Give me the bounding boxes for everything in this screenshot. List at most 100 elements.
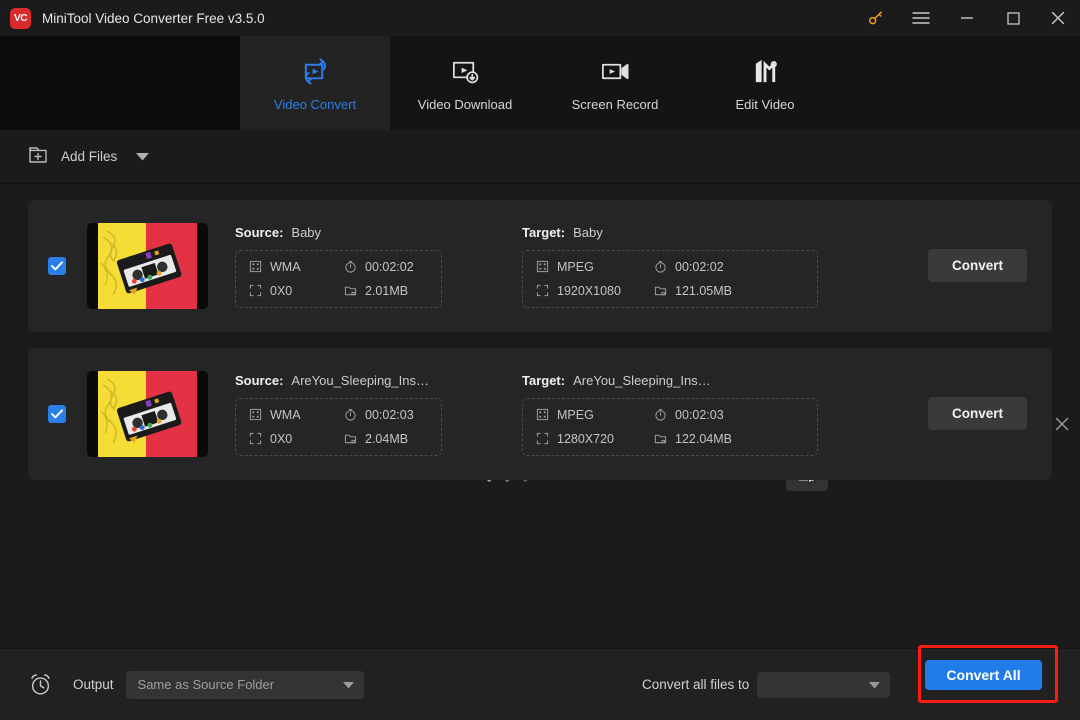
file-list: Source: Baby WMA 00:02:02 0X0 2.01MB Tar…: [0, 184, 1080, 648]
file-size-icon: [653, 284, 667, 298]
source-duration-row: 00:02:02: [343, 260, 429, 274]
chevron-down-icon[interactable]: [136, 149, 150, 164]
source-label: Source:: [235, 224, 284, 240]
hamburger-menu-icon[interactable]: [898, 0, 944, 36]
stopwatch-icon: [343, 260, 357, 274]
file-size-icon: [343, 284, 357, 298]
output-folder-dropdown[interactable]: Same as Source Folder: [125, 670, 364, 699]
source-section: Source: AreYou_Sleeping_Ins… WMA 00:02:0…: [235, 373, 450, 456]
target-duration-row: 00:02:02: [653, 260, 805, 274]
source-duration-value: 00:02:03: [365, 407, 414, 422]
resolution-icon: [535, 432, 549, 446]
close-icon[interactable]: [1036, 0, 1080, 36]
target-info-box: MPEG 00:02:02 1920X1080 121.05MB: [522, 249, 818, 308]
source-size-row: 2.04MB: [343, 432, 429, 446]
source-resolution-value: 0X0: [270, 283, 293, 298]
source-duration-row: 00:02:03: [343, 408, 429, 422]
alarm-clock-icon[interactable]: [28, 672, 53, 697]
target-filename: Baby: [573, 224, 603, 240]
target-header: Target: Baby: [522, 225, 822, 240]
table-row[interactable]: Source: AreYou_Sleeping_Ins… WMA 00:02:0…: [28, 348, 1052, 480]
remove-file-icon[interactable]: [1055, 417, 1069, 436]
nav-tab-label: Edit Video: [735, 97, 795, 112]
target-duration-value: 00:02:02: [675, 259, 724, 274]
nav-tab-label: Screen Record: [571, 97, 659, 112]
add-folder-icon: [28, 145, 50, 168]
nav-tab-edit-video[interactable]: Edit Video: [690, 36, 840, 130]
table-row[interactable]: Source: Baby WMA 00:02:02 0X0 2.01MB Tar…: [28, 200, 1069, 491]
screen-record-icon: [600, 54, 631, 88]
file-size-icon: [653, 432, 667, 446]
target-header: Target: AreYou_Sleeping_Ins…: [522, 373, 822, 388]
title-bar: VC MiniTool Video Converter Free v3.5.0: [0, 0, 1080, 36]
app-title: MiniTool Video Converter Free v3.5.0: [42, 10, 265, 26]
convert-all-files-to-label: Convert all files to: [642, 677, 750, 692]
target-label: Target:: [522, 224, 566, 240]
main-nav: Video Convert Video Download Screen Reco…: [0, 36, 1080, 130]
target-size-row: 121.05MB: [653, 284, 805, 298]
nav-tab-label: Video Download: [417, 97, 513, 112]
target-size-row: 122.04MB: [653, 432, 805, 446]
source-header: Source: AreYou_Sleeping_Ins…: [235, 373, 450, 388]
maximize-icon[interactable]: [990, 0, 1036, 36]
source-label: Source:: [235, 372, 284, 388]
resolution-icon: [248, 284, 262, 298]
source-filename: AreYou_Sleeping_Ins…: [291, 372, 429, 388]
convert-all-button-label: Convert All: [946, 667, 1021, 683]
source-format-row: WMA: [248, 408, 343, 422]
source-info-box: WMA 00:02:02 0X0 2.01MB: [235, 249, 442, 308]
video-download-icon: [450, 54, 481, 88]
target-resolution-value: 1920X1080: [557, 283, 621, 298]
convert-all-format-dropdown[interactable]: [757, 671, 890, 698]
app-window: VC MiniTool Video Converter Free v3.5.0: [0, 0, 1080, 720]
resolution-icon: [535, 284, 549, 298]
source-format-value: WMA: [270, 259, 301, 274]
target-section: Target: Baby MPEG 00:02:02 1920X1080 121…: [522, 225, 822, 308]
source-format-row: WMA: [248, 260, 343, 274]
format-icon: [248, 408, 262, 422]
key-icon[interactable]: [852, 0, 898, 36]
source-info-box: WMA 00:02:03 0X0 2.04MB: [235, 397, 442, 456]
target-size-value: 122.04MB: [675, 431, 732, 446]
app-logo-icon: VC: [10, 7, 31, 29]
nav-tab-screen-record[interactable]: Screen Record: [540, 36, 690, 130]
add-files-label: Add Files: [61, 149, 118, 164]
source-resolution-row: 0X0: [248, 284, 343, 298]
source-header: Source: Baby: [235, 225, 450, 240]
source-section: Source: Baby WMA 00:02:02 0X0 2.01MB: [235, 225, 450, 308]
source-duration-value: 00:02:02: [365, 259, 414, 274]
file-size-icon: [343, 432, 357, 446]
nav-right-spacer: [840, 36, 1080, 130]
convert-all-button[interactable]: Convert All: [925, 660, 1042, 690]
add-files-button[interactable]: Add Files: [28, 145, 150, 168]
nav-tab-label: Video Convert: [273, 97, 357, 112]
file-checkbox[interactable]: [48, 405, 66, 423]
minimize-icon[interactable]: [944, 0, 990, 36]
format-icon: [248, 260, 262, 274]
target-section: Target: AreYou_Sleeping_Ins… MPEG 00:02:…: [522, 373, 822, 456]
target-filename: AreYou_Sleeping_Ins…: [573, 372, 711, 388]
nav-tab-video-download[interactable]: Video Download: [390, 36, 540, 130]
target-resolution-row: 1920X1080: [535, 284, 653, 298]
output-label: Output: [73, 677, 114, 692]
convert-button[interactable]: Convert: [928, 397, 1027, 430]
source-resolution-value: 0X0: [270, 431, 293, 446]
edit-video-icon: [750, 54, 781, 88]
file-thumbnail: [87, 371, 208, 457]
file-checkbox[interactable]: [48, 257, 66, 275]
target-format-value: MPEG: [557, 259, 594, 274]
app-logo-text: VC: [14, 12, 27, 24]
target-info-box: MPEG 00:02:03 1280X720 122.04MB: [522, 397, 818, 456]
source-size-value: 2.04MB: [365, 431, 409, 446]
convert-button[interactable]: Convert: [928, 249, 1027, 282]
convert-button-label: Convert: [951, 258, 1003, 273]
file-thumbnail: [87, 223, 208, 309]
output-folder-value: Same as Source Folder: [137, 677, 275, 692]
stopwatch-icon: [653, 408, 667, 422]
target-resolution-row: 1280X720: [535, 432, 653, 446]
target-format-value: MPEG: [557, 407, 594, 422]
nav-tab-video-convert[interactable]: Video Convert: [240, 36, 390, 130]
file-toolbar: Add Files Converting Converted: [0, 130, 1080, 301]
format-icon: [535, 408, 549, 422]
target-resolution-value: 1280X720: [557, 431, 615, 446]
